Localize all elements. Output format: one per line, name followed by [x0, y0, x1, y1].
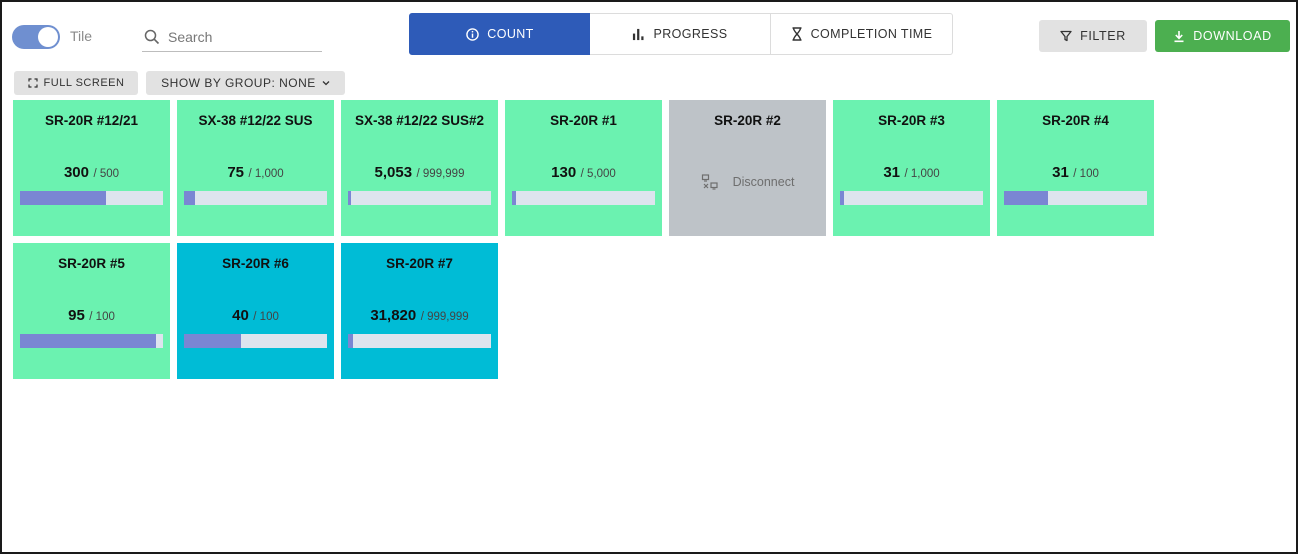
tile-current: 31 — [883, 164, 901, 181]
full-screen-button[interactable]: FULL SCREEN — [14, 71, 138, 95]
fullscreen-icon — [27, 78, 38, 88]
download-icon — [1173, 30, 1185, 43]
hourglass-icon — [791, 27, 803, 41]
bar-chart-icon — [632, 28, 645, 41]
tile-current: 40 — [232, 307, 249, 324]
tile-total: / 1,000 — [248, 168, 284, 180]
info-circle-icon — [466, 27, 480, 41]
tile-progress-bar — [512, 191, 655, 205]
tab-count[interactable]: COUNT — [409, 13, 591, 55]
tile-current: 95 — [68, 307, 85, 324]
device-tile[interactable]: SR-20R #5 95 / 100 — [13, 243, 170, 379]
tile-progress-fill — [348, 334, 353, 348]
tile-count: 5,053 / 999,999 — [341, 164, 498, 182]
tab-completion-time[interactable]: COMPLETION TIME — [770, 13, 953, 55]
tile-count: 95 / 100 — [13, 307, 170, 325]
tile-progress-bar — [184, 191, 327, 205]
tile-total: / 5,000 — [580, 168, 616, 180]
tile-progress-fill — [20, 191, 106, 205]
search-box[interactable] — [142, 22, 322, 52]
tile-count: 75 / 1,000 — [177, 164, 334, 182]
filter-icon — [1060, 30, 1072, 42]
tile-name: SR-20R #5 — [58, 256, 125, 271]
tile-count: 130 / 5,000 — [505, 164, 662, 182]
device-tile[interactable]: SX-38 #12/22 SUS#2 5,053 / 999,999 — [341, 100, 498, 236]
device-tile[interactable]: SR-20R #7 31,820 / 999,999 — [341, 243, 498, 379]
tile-name: SR-20R #7 — [386, 256, 453, 271]
tile-name: SR-20R #3 — [878, 113, 945, 128]
disconnect-label: Disconnect — [732, 175, 795, 189]
tile-progress-fill — [512, 191, 516, 205]
device-tile[interactable]: SR-20R #4 31 / 100 — [997, 100, 1154, 236]
tile-progress-bar — [1004, 191, 1147, 205]
toggle-label: Tile — [70, 28, 93, 44]
device-tile[interactable]: SR-20R #6 40 / 100 — [177, 243, 334, 379]
tile-progress-fill — [184, 334, 242, 348]
tile-total: / 1,000 — [904, 168, 940, 180]
tile-total: / 100 — [89, 311, 115, 323]
tab-progress[interactable]: PROGRESS — [590, 13, 771, 55]
tile-name: SR-20R #2 — [714, 113, 781, 128]
device-tile[interactable]: SR-20R #3 31 / 1,000 — [833, 100, 990, 236]
view-toggle[interactable] — [12, 25, 60, 49]
tile-total: / 500 — [93, 168, 120, 180]
search-input[interactable] — [168, 27, 318, 47]
tile-progress-fill — [20, 334, 156, 348]
tile-name: SX-38 #12/22 SUS#2 — [354, 113, 485, 128]
filter-label: FILTER — [1080, 29, 1126, 43]
tile-current: 31 — [1052, 164, 1069, 181]
tile-current: 130 — [551, 164, 577, 181]
download-button[interactable]: DOWNLOAD — [1155, 20, 1290, 52]
tile-current: 75 — [227, 164, 245, 181]
tile-total: / 999,999 — [416, 168, 465, 180]
tile-count: 300 / 500 — [13, 164, 170, 182]
toggle-knob — [38, 27, 58, 47]
device-tile[interactable]: SX-38 #12/22 SUS 75 / 1,000 — [177, 100, 334, 236]
tab-progress-label: PROGRESS — [653, 27, 728, 41]
chevron-down-icon — [322, 80, 330, 86]
filter-button[interactable]: FILTER — [1039, 20, 1147, 52]
tile-count: 31,820 / 999,999 — [341, 307, 498, 325]
tile-progress-bar — [184, 334, 327, 348]
tile-progress-fill — [1004, 191, 1049, 205]
tile-count: 31 / 100 — [997, 164, 1154, 182]
tile-count: 40 / 100 — [177, 307, 334, 325]
tile-current: 300 — [63, 164, 89, 181]
tile-name: SR-20R #12/21 — [44, 113, 139, 128]
tile-progress-fill — [840, 191, 845, 205]
tile-progress-fill — [348, 191, 351, 205]
tile-current: 5,053 — [374, 164, 413, 181]
tile-name: SX-38 #12/22 SUS — [198, 113, 313, 128]
search-icon — [144, 29, 160, 45]
tab-completion-time-label: COMPLETION TIME — [810, 27, 933, 41]
tab-count-label: COUNT — [487, 27, 534, 41]
tile-total: / 999,999 — [420, 311, 469, 323]
device-tile[interactable]: SR-20R #2 Disconnect — [669, 100, 826, 236]
tile-progress-bar — [348, 191, 491, 205]
download-label: DOWNLOAD — [1193, 29, 1272, 43]
tile-progress-bar — [20, 191, 163, 205]
tile-current: 31,820 — [370, 307, 417, 324]
device-tile[interactable]: SR-20R #1 130 / 5,000 — [505, 100, 662, 236]
full-screen-label: FULL SCREEN — [43, 77, 125, 89]
app-frame: Tile COUNT PROGRESS COMPLETION TIME FILT… — [0, 0, 1298, 554]
tile-name: SR-20R #4 — [1042, 113, 1109, 128]
tile-progress-bar — [20, 334, 163, 348]
device-tile[interactable]: SR-20R #12/21 300 / 500 — [13, 100, 170, 236]
tile-name: SR-20R #1 — [550, 113, 617, 128]
tile-total: / 100 — [253, 311, 279, 323]
show-by-group-label: SHOW BY GROUP: NONE — [161, 76, 316, 90]
tile-progress-bar — [348, 334, 491, 348]
tile-progress-bar — [840, 191, 983, 205]
tile-progress-fill — [184, 191, 195, 205]
tile-count: 31 / 1,000 — [833, 164, 990, 182]
tile-name: SR-20R #6 — [222, 256, 289, 271]
disconnect-status: Disconnect — [669, 174, 826, 190]
disconnected-network-icon — [701, 174, 719, 190]
tile-total: / 100 — [1073, 168, 1099, 180]
show-by-group-dropdown[interactable]: SHOW BY GROUP: NONE — [146, 71, 345, 95]
